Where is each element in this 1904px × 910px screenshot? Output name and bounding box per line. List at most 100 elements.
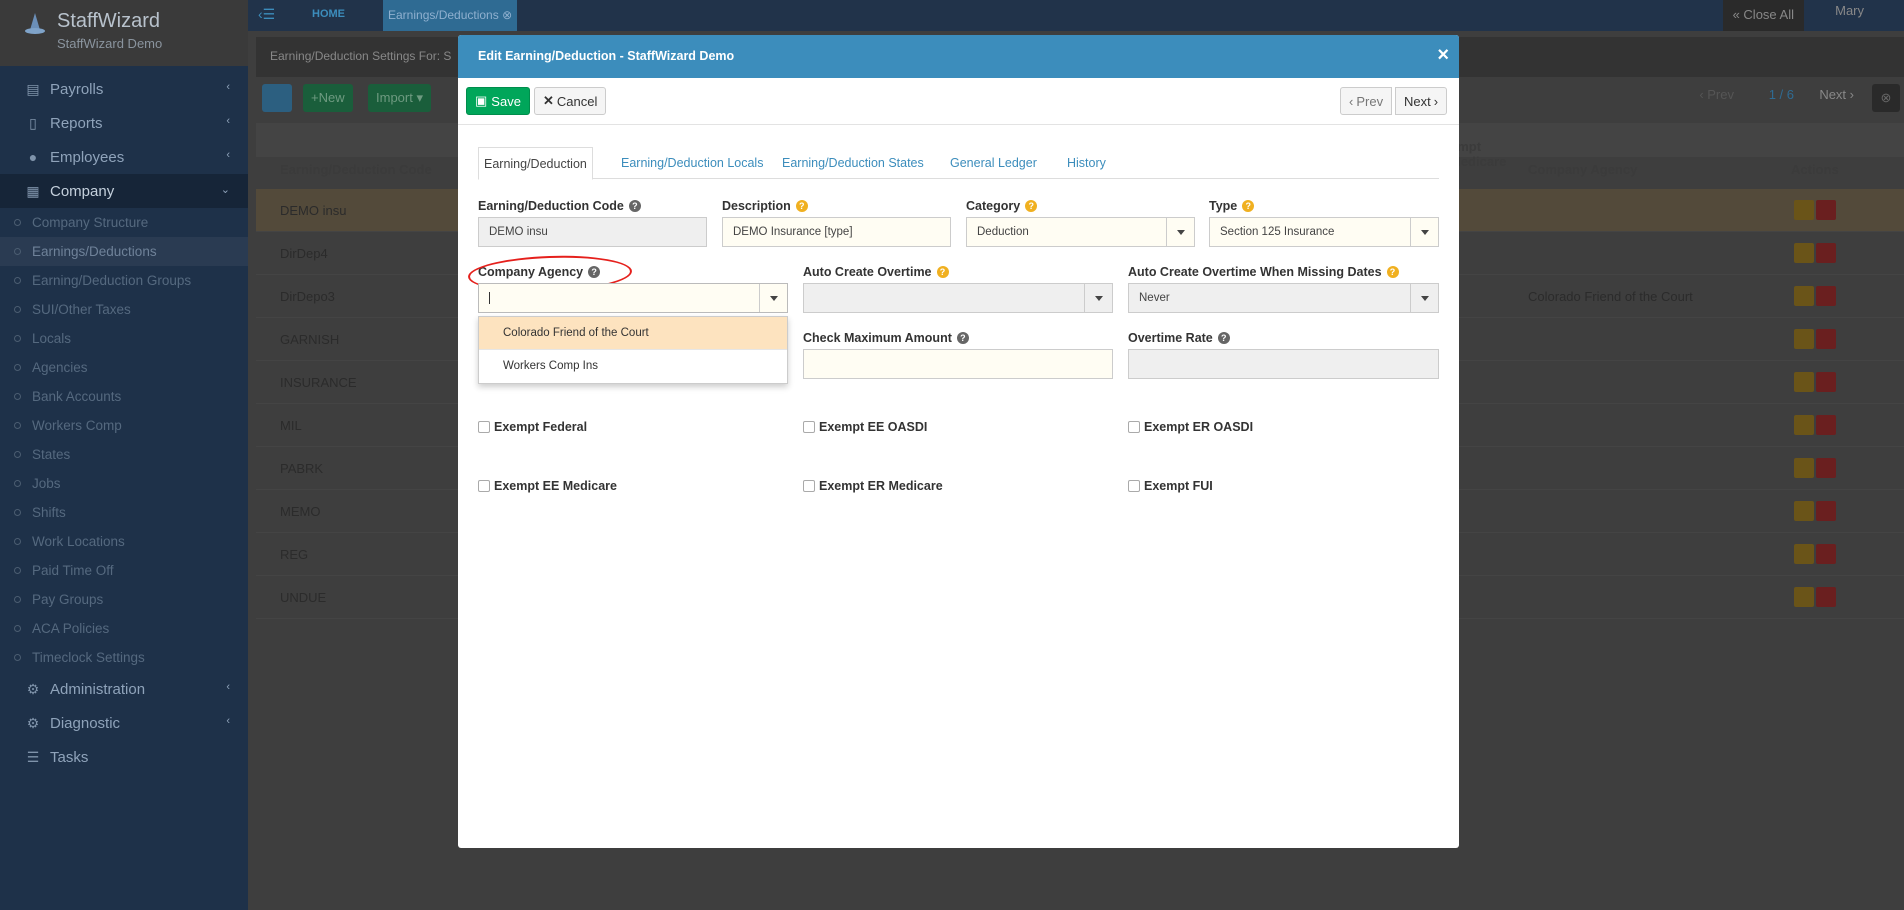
edit-icon[interactable]: [1794, 286, 1814, 306]
trash-icon[interactable]: [1816, 243, 1836, 263]
exempt-er-medicare-checkbox[interactable]: Exempt ER Medicare: [803, 479, 943, 493]
checkbox[interactable]: [478, 421, 490, 433]
sidebar-subitem[interactable]: Paid Time Off: [0, 556, 248, 585]
home-tab[interactable]: HOME: [312, 8, 345, 20]
trash-icon[interactable]: [1816, 458, 1836, 478]
sidebar-subitem[interactable]: Jobs: [0, 469, 248, 498]
trash-icon[interactable]: [1816, 415, 1836, 435]
help-icon[interactable]: ?: [1386, 266, 1399, 278]
exempt-ee-medicare-checkbox[interactable]: Exempt EE Medicare: [478, 479, 617, 493]
edit-icon[interactable]: [1794, 200, 1814, 220]
sidebar-subitem[interactable]: SUI/Other Taxes: [0, 295, 248, 324]
brand[interactable]: StaffWizard StaffWizard Demo: [0, 0, 248, 66]
close-all-button[interactable]: « Close All: [1722, 0, 1804, 31]
close-icon[interactable]: ×: [1437, 44, 1449, 67]
chevron-down-icon[interactable]: [1410, 284, 1438, 312]
sidebar-subitem[interactable]: Shifts: [0, 498, 248, 527]
trash-icon[interactable]: [1816, 372, 1836, 392]
edit-icon[interactable]: [1794, 329, 1814, 349]
trash-icon[interactable]: [1816, 544, 1836, 564]
prev-button[interactable]: ‹ Prev: [1340, 87, 1393, 115]
tab-locals[interactable]: Earning/Deduction Locals: [616, 147, 768, 179]
sidebar-subitem[interactable]: Locals: [0, 324, 248, 353]
sidebar-item-tasks[interactable]: ☰ Tasks: [0, 740, 248, 774]
checkbox[interactable]: [478, 480, 490, 492]
edit-icon[interactable]: [1794, 458, 1814, 478]
next-button[interactable]: Next ›: [1395, 87, 1448, 115]
new-button[interactable]: +New: [303, 84, 353, 112]
import-button[interactable]: Import ▾: [368, 84, 431, 112]
description-field[interactable]: DEMO Insurance [type]: [722, 217, 951, 247]
sidebar-subitem[interactable]: Earnings/Deductions: [0, 237, 248, 266]
trash-icon[interactable]: [1816, 329, 1836, 349]
edit-icon[interactable]: [1794, 243, 1814, 263]
help-icon[interactable]: ?: [936, 266, 949, 278]
checkbox[interactable]: [803, 480, 815, 492]
sidebar-item-reports[interactable]: ▯ Reports ‹: [0, 106, 248, 140]
chevron-down-icon[interactable]: [759, 284, 787, 312]
company-agency-select[interactable]: [478, 283, 788, 313]
checkbox[interactable]: [1128, 421, 1140, 433]
chevron-down-icon[interactable]: [1084, 284, 1112, 312]
sidebar-subitem[interactable]: Earning/Deduction Groups: [0, 266, 248, 295]
exempt-federal-checkbox[interactable]: Exempt Federal: [478, 420, 587, 434]
category-select[interactable]: Deduction: [966, 217, 1195, 247]
sidebar-item-company[interactable]: ▦ Company ⌄: [0, 174, 248, 208]
open-tab[interactable]: Earnings/Deductions ⊗: [383, 0, 518, 31]
sidebar-item-payrolls[interactable]: ▤ Payrolls ‹: [0, 72, 248, 106]
sidebar-subitem[interactable]: Workers Comp: [0, 411, 248, 440]
sidebar-subitem[interactable]: Company Structure: [0, 208, 248, 237]
help-icon[interactable]: ?: [1242, 200, 1255, 212]
sidebar-item-administration[interactable]: ⚙ Administration ‹: [0, 672, 248, 706]
tab-earning-deduction[interactable]: Earning/Deduction: [478, 147, 593, 180]
ot-rate-field[interactable]: [1128, 349, 1439, 379]
edit-icon[interactable]: [1794, 544, 1814, 564]
sidebar-subitem[interactable]: Work Locations: [0, 527, 248, 556]
sidebar-subitem[interactable]: ACA Policies: [0, 614, 248, 643]
sidebar-item-diagnostic[interactable]: ⚙ Diagnostic ‹: [0, 706, 248, 740]
code-field[interactable]: DEMO insu: [478, 217, 707, 247]
check-max-field[interactable]: [803, 349, 1113, 379]
edit-icon[interactable]: [1794, 415, 1814, 435]
close-tab-icon[interactable]: ⊗: [502, 8, 512, 22]
chevron-down-icon[interactable]: [1410, 218, 1438, 246]
checkbox[interactable]: [1128, 480, 1140, 492]
col-header-agency[interactable]: Company Agency: [1528, 162, 1637, 177]
help-icon[interactable]: ?: [795, 200, 808, 212]
bg-prev-button[interactable]: ‹ Prev: [1699, 87, 1734, 102]
edit-icon[interactable]: [1794, 372, 1814, 392]
exempt-ee-oasdi-checkbox[interactable]: Exempt EE OASDI: [803, 420, 927, 434]
tab-history[interactable]: History: [1062, 147, 1111, 179]
trash-icon[interactable]: [1816, 587, 1836, 607]
help-icon[interactable]: ?: [1217, 332, 1230, 344]
bg-next-button[interactable]: Next ›: [1819, 87, 1854, 102]
chevron-down-icon[interactable]: [1166, 218, 1194, 246]
refresh-button[interactable]: [262, 84, 292, 112]
auto-ot-missing-select[interactable]: Never: [1128, 283, 1439, 313]
trash-icon[interactable]: [1816, 501, 1836, 521]
exempt-er-oasdi-checkbox[interactable]: Exempt ER OASDI: [1128, 420, 1253, 434]
menu-toggle-icon[interactable]: ‹☰: [258, 6, 275, 23]
edit-icon[interactable]: [1794, 501, 1814, 521]
edit-icon[interactable]: [1794, 587, 1814, 607]
cancel-button[interactable]: ✕ Cancel: [534, 87, 607, 115]
sidebar-subitem[interactable]: Timeclock Settings: [0, 643, 248, 672]
sidebar-subitem[interactable]: Pay Groups: [0, 585, 248, 614]
user-name[interactable]: Mary: [1835, 3, 1864, 18]
dropdown-option[interactable]: Workers Comp Ins: [479, 350, 787, 383]
checkbox[interactable]: [803, 421, 815, 433]
save-button[interactable]: ▣ Save: [466, 87, 530, 115]
dropdown-option[interactable]: Colorado Friend of the Court: [479, 317, 787, 350]
help-icon[interactable]: ?: [1025, 200, 1038, 212]
sidebar-item-employees[interactable]: ● Employees ‹: [0, 140, 248, 174]
trash-icon[interactable]: [1816, 286, 1836, 306]
trash-icon[interactable]: [1816, 200, 1836, 220]
exempt-fui-checkbox[interactable]: Exempt FUI: [1128, 479, 1213, 493]
sidebar-subitem[interactable]: Bank Accounts: [0, 382, 248, 411]
type-select[interactable]: Section 125 Insurance: [1209, 217, 1439, 247]
tab-general-ledger[interactable]: General Ledger: [945, 147, 1042, 179]
auto-ot-select[interactable]: [803, 283, 1113, 313]
tab-states[interactable]: Earning/Deduction States: [777, 147, 929, 179]
help-icon[interactable]: ?: [956, 332, 969, 344]
sidebar-subitem[interactable]: Agencies: [0, 353, 248, 382]
